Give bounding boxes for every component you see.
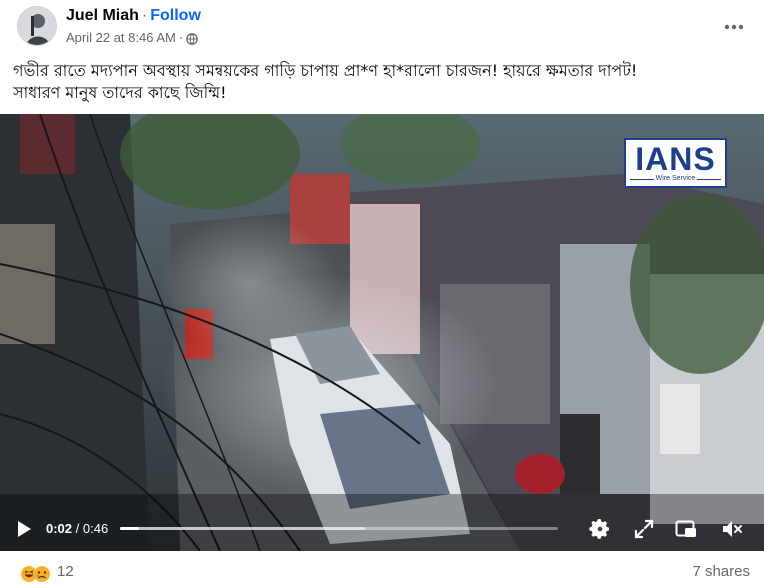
author-name[interactable]: Juel Miah <box>66 7 139 24</box>
post-timestamp[interactable]: April 22 at 8:46 AM <box>66 29 176 46</box>
progress-bar[interactable] <box>120 527 558 530</box>
post-footer: 12 7 shares <box>0 558 764 587</box>
more-horizontal-icon <box>724 17 744 35</box>
reactions-summary[interactable]: 12 <box>18 562 74 582</box>
reaction-count: 12 <box>57 563 74 580</box>
post-text-line-1: গভীর রাতে মদ্যপান অবস্থায় সমন্বয়কের গা… <box>13 61 638 80</box>
picture-in-picture-button[interactable] <box>674 517 698 541</box>
progress-buffered <box>120 527 366 530</box>
duration: / 0:46 <box>72 521 109 536</box>
video-time: 0:02 / 0:46 <box>46 520 108 537</box>
current-time: 0:02 <box>46 521 73 536</box>
settings-button[interactable] <box>588 517 612 541</box>
meta-separator: · <box>178 30 184 45</box>
ians-watermark: IANS Wire Service <box>624 138 727 188</box>
video-controls: 0:02 / 0:46 <box>0 506 764 551</box>
name-follow-separator: · <box>141 7 148 24</box>
post-text: গভীর রাতে মদ্যপান অবস্থায় সমন্বয়কের গা… <box>13 60 753 104</box>
ians-watermark-text: IANS <box>635 141 716 177</box>
post-text-line-2: সাধারণ মানুষ তাদের কাছে জিম্মি! <box>13 83 227 102</box>
more-options-button[interactable] <box>716 12 752 40</box>
shares-count[interactable]: 7 shares <box>692 562 750 582</box>
settings-gear-icon <box>588 519 612 545</box>
play-button[interactable] <box>13 518 35 540</box>
author-avatar[interactable] <box>17 6 57 46</box>
play-icon <box>13 521 35 544</box>
fullscreen-expand-icon <box>632 519 656 545</box>
volume-muted-icon <box>720 521 744 545</box>
haha-icon <box>18 563 37 582</box>
globe-icon <box>186 32 199 45</box>
fullscreen-button[interactable] <box>632 517 656 541</box>
watermark-rule-right <box>697 179 721 180</box>
post-header: Juel Miah · Follow April 22 at 8:46 AM · <box>0 0 764 54</box>
follow-button[interactable]: Follow <box>150 7 201 24</box>
video-player[interactable]: IANS Wire Service 0:02 / 0:46 <box>0 114 764 551</box>
volume-button[interactable] <box>720 517 744 541</box>
progress-played <box>120 527 139 530</box>
picture-in-picture-icon <box>674 520 698 545</box>
